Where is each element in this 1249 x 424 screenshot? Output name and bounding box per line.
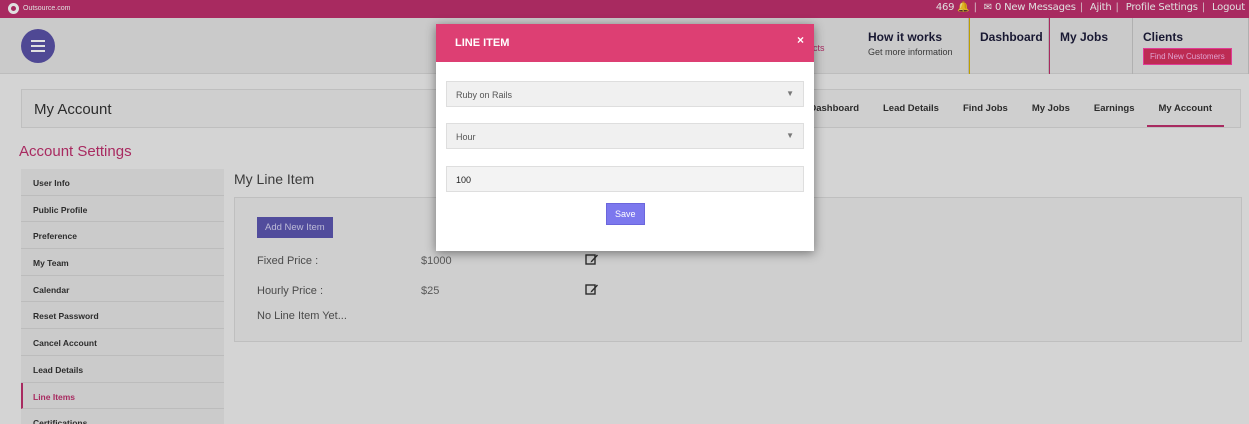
amount-input-value: 100 [456, 175, 472, 185]
modal-header: LINE ITEM × [436, 24, 814, 62]
save-button[interactable]: Save [606, 203, 645, 225]
close-icon[interactable]: × [797, 33, 804, 47]
line-item-modal: LINE ITEM × Ruby on Rails ▼ Hour ▼ 100 S… [436, 24, 814, 251]
amount-input[interactable]: 100 [446, 166, 804, 192]
skill-select[interactable]: Ruby on Rails ▼ [446, 81, 804, 107]
unit-select[interactable]: Hour ▼ [446, 123, 804, 149]
chevron-down-icon: ▼ [786, 89, 794, 98]
unit-select-value: Hour [456, 132, 476, 142]
modal-title: LINE ITEM [455, 37, 510, 49]
skill-select-value: Ruby on Rails [456, 90, 513, 100]
chevron-down-icon: ▼ [786, 131, 794, 140]
